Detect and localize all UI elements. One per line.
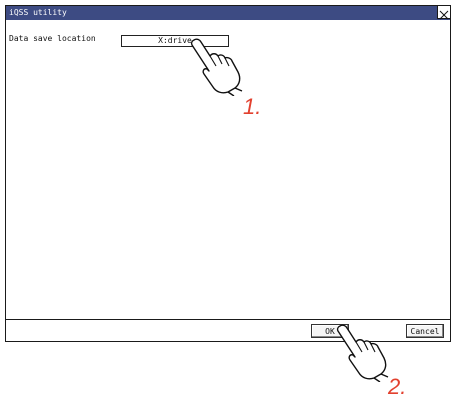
pointing-hand-icon — [336, 324, 389, 382]
close-button[interactable] — [437, 5, 451, 20]
title-bar: iQSS utility — [6, 6, 450, 20]
cancel-button[interactable]: Cancel — [406, 324, 444, 338]
pointing-hand-icon — [190, 38, 243, 96]
step-1-label: 1. — [243, 94, 262, 119]
step-2-label: 2. — [388, 374, 407, 399]
window-title: iQSS utility — [9, 8, 67, 17]
data-save-location-label: Data save location — [9, 34, 96, 43]
close-icon — [439, 10, 449, 20]
